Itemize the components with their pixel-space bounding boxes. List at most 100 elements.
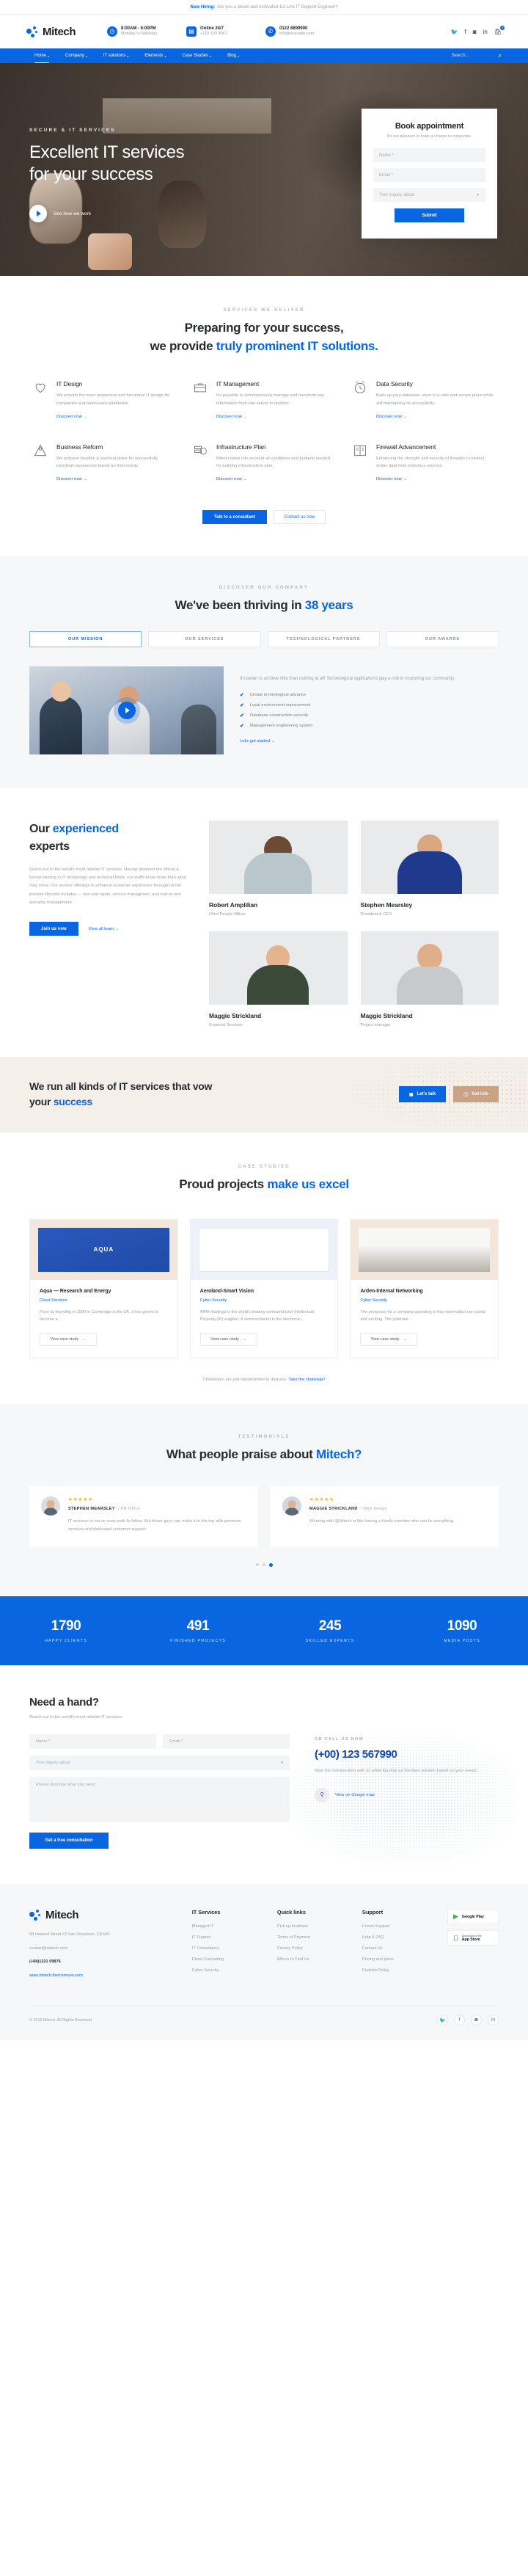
footer-website[interactable]: www.mitech.thememove.com: [29, 1973, 173, 1980]
carousel-dot-active[interactable]: [268, 1563, 273, 1568]
page-root: Now Hiring: Are you a driven and motivat…: [0, 0, 528, 2041]
search-input[interactable]: Search...: [452, 54, 469, 58]
contact-name-input[interactable]: Name *: [29, 1734, 156, 1750]
service-card[interactable]: Infrastructure Plan Mitech takes into ac…: [192, 443, 336, 484]
footer-link[interactable]: Contact Us: [362, 1946, 428, 1951]
view-case-study-button[interactable]: View case study →: [40, 1333, 97, 1347]
carousel-dot[interactable]: [255, 1563, 259, 1567]
contact-message-textarea[interactable]: Please describe what you need.: [29, 1777, 290, 1823]
cart-count-badge: 0: [500, 25, 505, 30]
booking-inquiry-select[interactable]: Your inquiry about ▾: [373, 188, 485, 202]
footer-link[interactable]: IT Support: [192, 1935, 258, 1940]
google-play-button[interactable]: ▶ Google Play: [447, 1909, 499, 1925]
footer-link[interactable]: Cloud Computing: [192, 1957, 258, 1962]
linkedin-icon[interactable]: in: [488, 2015, 499, 2026]
footer-link[interactable]: Pick up locations: [277, 1924, 343, 1929]
nav-search[interactable]: Search... ⌕: [452, 52, 502, 59]
case-card[interactable]: Aeroland-Smart Vision Cyber Security ARM…: [189, 1218, 339, 1359]
view-all-team-link[interactable]: View all team →: [89, 927, 120, 931]
tab-our-services[interactable]: OUR SERVICES: [148, 630, 261, 647]
footer-link[interactable]: Terms of Payment: [277, 1935, 343, 1940]
footer-link[interactable]: Where to Find Us: [277, 1957, 343, 1962]
play-icon[interactable]: [29, 205, 47, 223]
footer-link[interactable]: Cyber Security: [192, 1968, 258, 1973]
talk-to-consultant-button[interactable]: Talk to a consultant: [202, 510, 267, 525]
nav-item-it-solutions[interactable]: IT solutions ▾: [95, 48, 137, 63]
linkedin-icon[interactable]: in: [483, 29, 488, 35]
case-card[interactable]: AQUA Aqua — Research and Energy Cloud Se…: [29, 1218, 178, 1359]
footer-link[interactable]: Help & FAQ: [362, 1935, 428, 1940]
cart-icon[interactable]: 🛍 0: [494, 25, 505, 35]
app-store-button[interactable]:  Download on the App Store: [447, 1930, 499, 1946]
footer-link[interactable]: Forum Support: [362, 1924, 428, 1929]
contact-us-now-button[interactable]: Contact us now: [273, 510, 326, 525]
team-member-card[interactable]: Maggie Strickland Project manager: [360, 931, 499, 1027]
thriving-video-thumbnail[interactable]: [29, 666, 224, 754]
contact-info: OR CALL US NOW (+00) 123 567990 Start th…: [271, 1734, 513, 1874]
service-link[interactable]: Discover now →: [376, 415, 407, 419]
booking-name-input[interactable]: Name *: [373, 148, 485, 162]
header-phone: ✆ 0122 8899900 info@example.com: [265, 26, 345, 37]
service-card[interactable]: Business Reform We propose feasible & pr…: [32, 443, 176, 484]
hero-content: SECURE & IT SERVICES Excellent IT servic…: [0, 63, 242, 223]
case-card[interactable]: Arden-Internal Networking Cyber Security…: [350, 1218, 499, 1359]
get-info-button[interactable]: ⓘ Get info: [453, 1086, 499, 1103]
play-icon[interactable]: [117, 701, 136, 719]
instagram-icon[interactable]: ◙: [473, 29, 477, 35]
service-link[interactable]: Discover now →: [216, 415, 247, 419]
thriving-person-1: [40, 680, 82, 754]
service-card[interactable]: IT Management It's possible to simultane…: [192, 380, 336, 421]
contact-inquiry-select[interactable]: Your inquiry about ▾: [29, 1755, 290, 1771]
twitter-icon[interactable]: 🐦: [437, 2015, 448, 2026]
service-desc: It's possible to simultaneously manage a…: [216, 393, 325, 406]
footer-link[interactable]: Managed IT: [192, 1924, 258, 1929]
footer-logo[interactable]: Mitech: [29, 1909, 110, 1921]
footer-link[interactable]: Privacy Policy: [277, 1946, 343, 1951]
join-us-now-button[interactable]: Join us now: [29, 922, 78, 936]
nav-item-blog[interactable]: Blog ▾: [219, 48, 247, 63]
service-card[interactable]: Data Security Back up your database, sto…: [352, 380, 496, 421]
facebook-icon[interactable]: f: [454, 2015, 465, 2026]
team-member-card[interactable]: Robert Amplilian Chief People Officer: [209, 820, 348, 917]
lets-get-started-link[interactable]: Let's get started →: [240, 739, 276, 743]
tab-our-mission[interactable]: OUR MISSION: [29, 630, 142, 647]
twitter-icon[interactable]: 🐦: [451, 29, 458, 35]
service-link[interactable]: Discover now →: [56, 415, 87, 419]
footer-link[interactable]: Pricing and plans: [362, 1957, 428, 1962]
facebook-icon[interactable]: f: [465, 29, 466, 35]
carousel-dot[interactable]: [262, 1563, 265, 1567]
nav-item-it-solutions-label: IT solutions: [103, 54, 126, 58]
tab-technological-partners[interactable]: TECHNOLOGICAL PARTNERS: [267, 630, 380, 647]
logo[interactable]: Mitech: [26, 26, 107, 38]
nav-item-home[interactable]: Home ▾: [26, 48, 57, 63]
footer-link[interactable]: IT Consultancy: [192, 1946, 258, 1951]
booking-email-input[interactable]: Email *: [373, 168, 485, 182]
lets-talk-button[interactable]: ▣ Let's talk: [398, 1086, 447, 1103]
list-item: ✔ Local environment improvement: [240, 702, 499, 708]
booking-submit-button[interactable]: Submit: [395, 208, 464, 222]
hero-play-row[interactable]: See how we work: [29, 205, 242, 223]
service-card[interactable]: IT Design We provide the most responsive…: [32, 380, 176, 421]
tab-our-awards[interactable]: OUR AWARDS: [386, 630, 499, 647]
footer-link[interactable]: Cookies Policy: [362, 1968, 428, 1973]
view-case-study-button[interactable]: View case study →: [360, 1333, 418, 1347]
counter-item: 491 FINISHED PROJECTS: [132, 1618, 264, 1643]
service-title: Business Reform: [56, 443, 103, 451]
service-link[interactable]: Discover now →: [216, 477, 247, 481]
take-the-challenge-link[interactable]: Take the challenge!: [288, 1378, 325, 1382]
thriving-person-3: [181, 704, 216, 754]
briefcase-icon: [192, 380, 208, 396]
get-free-consultation-button[interactable]: Get a free consultation: [29, 1833, 109, 1849]
view-case-study-button[interactable]: View case study →: [199, 1333, 257, 1347]
service-link[interactable]: Discover now →: [56, 477, 87, 481]
team-member-card[interactable]: Maggie Strickland Financial Services: [209, 931, 348, 1027]
team-member-card[interactable]: Stephen Mearsley President & CEO: [360, 820, 499, 917]
instagram-icon[interactable]: ◙: [471, 2015, 482, 2026]
experts-title-rest: experts: [29, 840, 70, 853]
service-card[interactable]: Firewall Advancement Enhancing the stren…: [352, 443, 496, 484]
nav-item-case-studies[interactable]: Case Studies ▾: [174, 48, 219, 63]
nav-item-company[interactable]: Company ▾: [57, 48, 95, 63]
search-icon[interactable]: ⌕: [499, 52, 502, 59]
service-link[interactable]: Discover now →: [376, 477, 407, 481]
nav-item-elements[interactable]: Elements ▾: [136, 48, 174, 63]
